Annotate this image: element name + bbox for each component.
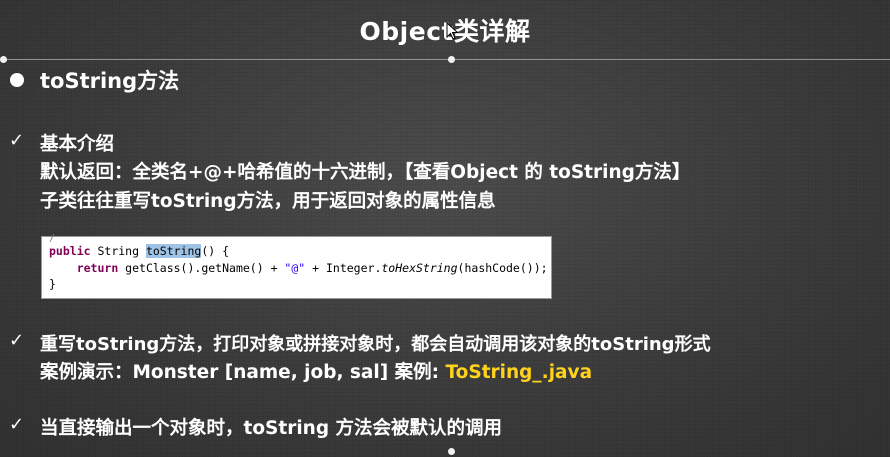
selection-handle-left[interactable]: [0, 56, 7, 63]
selection-handle-mid-bottom[interactable]: [448, 448, 455, 455]
checkmark-icon: ✓: [9, 130, 25, 151]
intro-label: 基本介绍: [40, 134, 115, 155]
code-text: (hashCode());: [457, 261, 548, 275]
code-keyword: return: [76, 261, 119, 275]
code-line-1: public String toString() {: [49, 244, 229, 258]
selection-handle-mid-top[interactable]: [448, 56, 455, 63]
checkmark-icon: ✓: [9, 330, 25, 351]
code-line-2: return getClass().getName() + "@" + Inte…: [49, 261, 548, 275]
code-snippet-image: / public String toString() { return getC…: [41, 233, 552, 299]
code-keyword: public: [49, 244, 91, 258]
slide-canvas: Object类详解 toString方法 ✓ 基本介绍 默认返回：全类名+@+哈…: [0, 0, 890, 457]
code-string-literal: "@": [284, 261, 306, 275]
code-selected-method: toString: [145, 244, 202, 258]
intro-line-2: 子类往往重写toString方法，用于返回对象的属性信息: [40, 191, 496, 212]
title-selection-frame-edge: [0, 59, 890, 60]
intro-line-1: 默认返回：全类名+@+哈希值的十六进制，【查看Object 的 toString…: [40, 162, 691, 183]
checkmark-icon: ✓: [9, 414, 25, 435]
demo-text: 案例演示：Monster [name, job, sal] 案例:: [40, 362, 446, 383]
code-text: getClass().getName() +: [118, 261, 285, 275]
code-fold-marker: /: [49, 233, 56, 244]
slide-title: Object类详解: [359, 17, 531, 46]
code-text: () {: [201, 244, 230, 258]
bullet-dot-icon: [10, 73, 24, 87]
code-static-method: toHexString: [381, 261, 458, 275]
override-line-1: 重写toString方法，打印对象或拼接对象时，都会自动调用该对象的toStri…: [40, 334, 711, 355]
code-text: String: [90, 244, 146, 258]
mouse-cursor-icon: [446, 22, 459, 40]
demo-file-name: ToString_.java: [445, 362, 593, 383]
print-object-line: 当直接输出一个对象时，toString 方法会被默认的调用: [40, 418, 503, 439]
section-heading: toString方法: [40, 69, 180, 93]
code-line-3: }: [49, 277, 56, 291]
override-line-2: 案例演示：Monster [name, job, sal] 案例: ToStri…: [40, 358, 592, 384]
code-text: + Integer.: [305, 261, 382, 275]
